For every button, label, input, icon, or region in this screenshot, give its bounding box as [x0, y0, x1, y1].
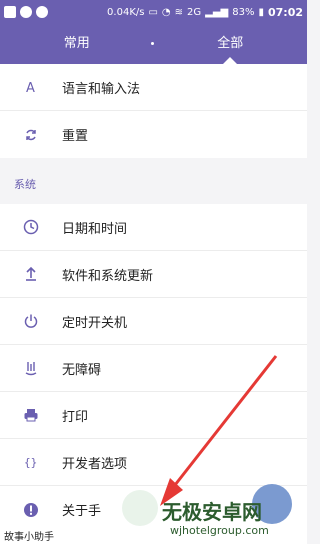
status-left-icons	[4, 6, 48, 18]
cast-icon: ▭	[148, 6, 158, 18]
reset-icon	[0, 128, 62, 142]
wifi-icon: ≋	[174, 6, 184, 18]
list-item-developer-options[interactable]: {} 开发者选项	[0, 439, 307, 486]
general-settings-card: A 语言和输入法 重置	[0, 64, 307, 158]
update-icon	[0, 266, 62, 282]
list-item-label: 打印	[62, 409, 89, 425]
watermark-url: wjhotelgroup.com	[170, 524, 269, 537]
notification-icon	[4, 6, 16, 18]
list-item-label: 关于手	[62, 504, 102, 519]
network-type: 2G	[187, 6, 202, 18]
list-item-reset[interactable]: 重置	[0, 111, 307, 158]
app-icon	[20, 6, 32, 18]
watermark-logo-icon	[122, 490, 158, 526]
alarm-icon: ◔	[161, 6, 171, 18]
list-item-language[interactable]: A 语言和输入法	[0, 64, 307, 111]
status-bar: 0.04K/s ▭ ◔ ≋ 2G ▂▄▆ 83% ▮ 07:02	[0, 0, 307, 24]
tab-common[interactable]: 常用	[0, 24, 154, 64]
developer-icon: {}	[0, 455, 62, 469]
language-icon: A	[0, 80, 62, 94]
tab-common-label: 常用	[63, 36, 90, 51]
list-item-scheduled-power[interactable]: 定时开关机	[0, 298, 307, 345]
tab-all-label: 全部	[217, 36, 244, 51]
tab-divider-dot	[151, 42, 154, 45]
section-label-system: 系统	[14, 178, 36, 191]
corner-watermark: 故事小助手	[4, 532, 54, 543]
list-item-print[interactable]: 打印	[0, 392, 307, 439]
info-icon	[0, 502, 62, 518]
watermark-title: 无极安卓网	[162, 500, 262, 524]
svg-text:{}: {}	[24, 456, 37, 469]
printer-icon	[0, 407, 62, 423]
compass-icon	[36, 6, 48, 18]
power-icon	[0, 313, 62, 329]
status-right: 0.04K/s ▭ ◔ ≋ 2G ▂▄▆ 83% ▮ 07:02	[107, 6, 303, 19]
list-item-accessibility[interactable]: 无障碍	[0, 345, 307, 392]
signal-icon: ▂▄▆	[205, 6, 229, 18]
accessibility-icon	[0, 360, 62, 376]
battery-level: 83%	[232, 6, 255, 18]
battery-icon: ▮	[258, 6, 264, 18]
net-speed: 0.04K/s	[107, 6, 145, 18]
list-item-label: 语言和输入法	[62, 81, 141, 97]
list-item-label: 重置	[62, 129, 89, 144]
list-item-label: 无障碍	[62, 362, 102, 378]
list-item-label: 软件和系统更新	[62, 268, 154, 284]
list-item-update[interactable]: 软件和系统更新	[0, 251, 307, 298]
tab-all[interactable]: 全部	[154, 24, 308, 64]
list-item-label: 日期和时间	[62, 221, 128, 237]
list-item-date-time[interactable]: 日期和时间	[0, 204, 307, 251]
list-item-label: 开发者选项	[62, 456, 128, 472]
clock-icon	[0, 219, 62, 235]
svg-text:A: A	[26, 81, 35, 94]
list-item-label: 定时开关机	[62, 315, 128, 331]
clock-time: 07:02	[267, 5, 303, 19]
